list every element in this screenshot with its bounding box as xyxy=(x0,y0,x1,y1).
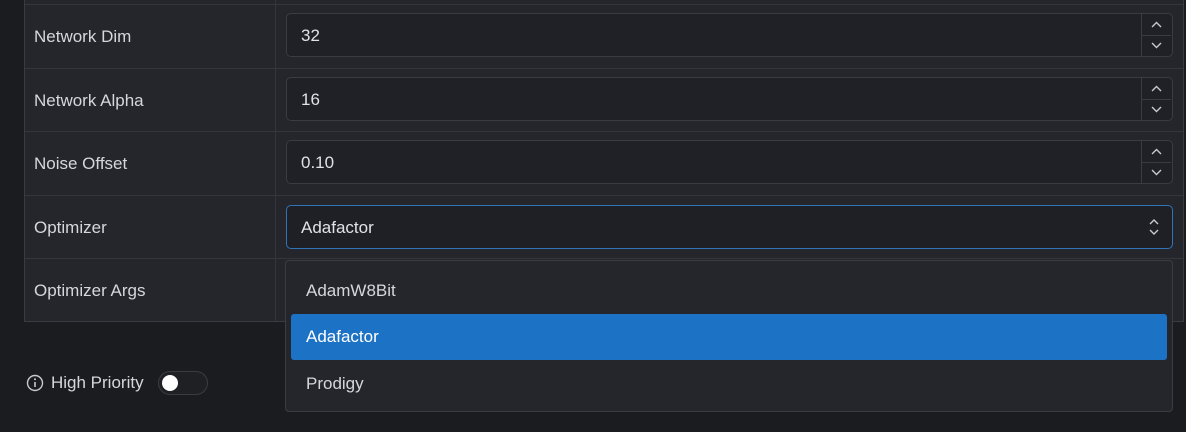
dropdown-option-adafactor[interactable]: Adafactor xyxy=(291,314,1167,360)
info-icon xyxy=(26,374,44,392)
optimizer-select[interactable]: Adafactor xyxy=(286,205,1173,249)
dropdown-option-adamw8bit[interactable]: AdamW8Bit xyxy=(291,268,1167,314)
chevron-down-icon[interactable] xyxy=(1142,35,1171,56)
dropdown-option-prodigy[interactable]: Prodigy xyxy=(291,361,1167,407)
select-updown-icon[interactable] xyxy=(1148,217,1160,237)
high-priority-toggle[interactable] xyxy=(157,371,208,395)
noise-offset-value[interactable]: 0.10 xyxy=(301,153,334,173)
optimizer-dropdown-menu: AdamW8Bit Adafactor Prodigy xyxy=(285,260,1173,412)
chevron-up-icon[interactable] xyxy=(1142,141,1171,163)
high-priority-setting: High Priority xyxy=(26,370,208,396)
row-network-alpha: Network Alpha 16 xyxy=(25,68,1183,131)
network-alpha-stepper[interactable] xyxy=(1141,78,1172,120)
optimizer-selected-value[interactable]: Adafactor xyxy=(301,218,374,238)
chevron-down-icon[interactable] xyxy=(1142,162,1171,183)
chevron-down-icon[interactable] xyxy=(1142,99,1171,120)
noise-offset-label: Noise Offset xyxy=(34,154,128,173)
network-dim-stepper[interactable] xyxy=(1141,14,1172,56)
network-alpha-label: Network Alpha xyxy=(34,91,144,110)
toggle-knob[interactable] xyxy=(161,375,178,391)
network-dim-label: Network Dim xyxy=(34,27,132,46)
optimizer-label: Optimizer xyxy=(34,218,107,237)
row-optimizer: Optimizer Adafactor xyxy=(25,195,1183,258)
row-network-dim: Network Dim 32 xyxy=(25,4,1183,68)
chevron-up-icon[interactable] xyxy=(1142,14,1171,36)
network-dim-input[interactable]: 32 xyxy=(286,13,1173,57)
noise-offset-stepper[interactable] xyxy=(1141,141,1172,183)
optimizer-args-label: Optimizer Args xyxy=(34,281,146,300)
high-priority-label: High Priority xyxy=(51,373,144,392)
chevron-up-icon[interactable] xyxy=(1142,78,1171,100)
network-alpha-value[interactable]: 16 xyxy=(301,90,320,110)
row-noise-offset: Noise Offset 0.10 xyxy=(25,131,1183,195)
network-alpha-input[interactable]: 16 xyxy=(286,77,1173,121)
network-dim-value[interactable]: 32 xyxy=(301,26,320,46)
noise-offset-input[interactable]: 0.10 xyxy=(286,140,1173,184)
